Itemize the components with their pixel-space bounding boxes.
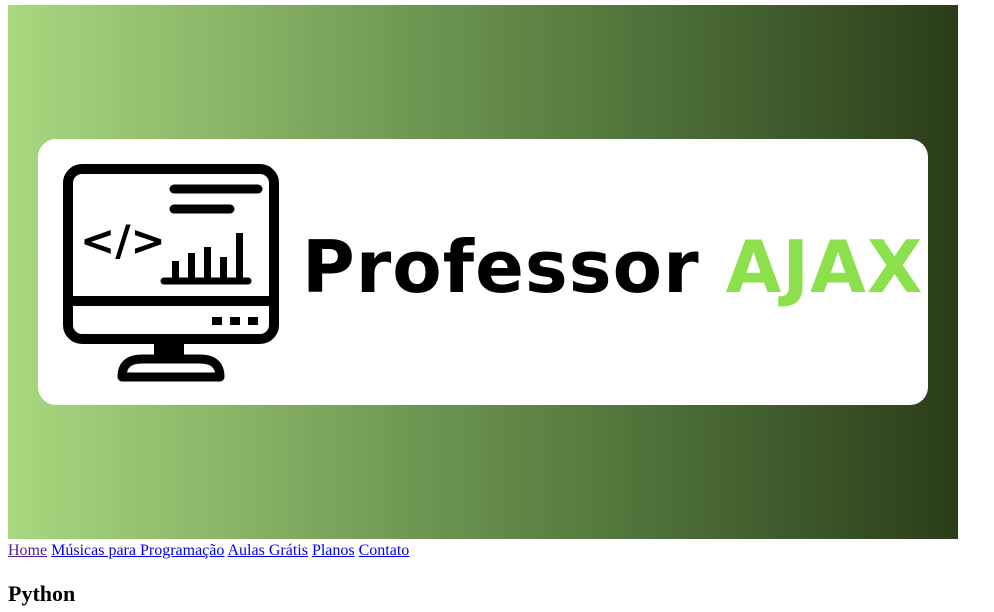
logo-card: </> Professor AJAX xyxy=(38,139,928,405)
logo-word-ajax: AJAX xyxy=(725,225,924,309)
header-banner: </> Professor AJAX xyxy=(8,5,958,539)
nav-link-planos[interactable]: Planos xyxy=(312,542,355,559)
monitor-code-chart-icon: </> xyxy=(63,164,279,382)
nav-link-home[interactable]: Home xyxy=(8,542,47,559)
nav-link-aulas-gratis[interactable]: Aulas Grátis xyxy=(228,542,308,559)
nav-link-contato[interactable]: Contato xyxy=(359,542,410,559)
nav-link-musicas[interactable]: Músicas para Programação xyxy=(51,542,224,559)
page-title: Python xyxy=(8,581,76,606)
code-glyph: </> xyxy=(80,216,166,265)
logo-wordmark: Professor AJAX xyxy=(302,223,923,311)
logo-word-professor: Professor xyxy=(302,225,700,309)
main-nav: Home Músicas para Programação Aulas Grát… xyxy=(8,541,409,561)
